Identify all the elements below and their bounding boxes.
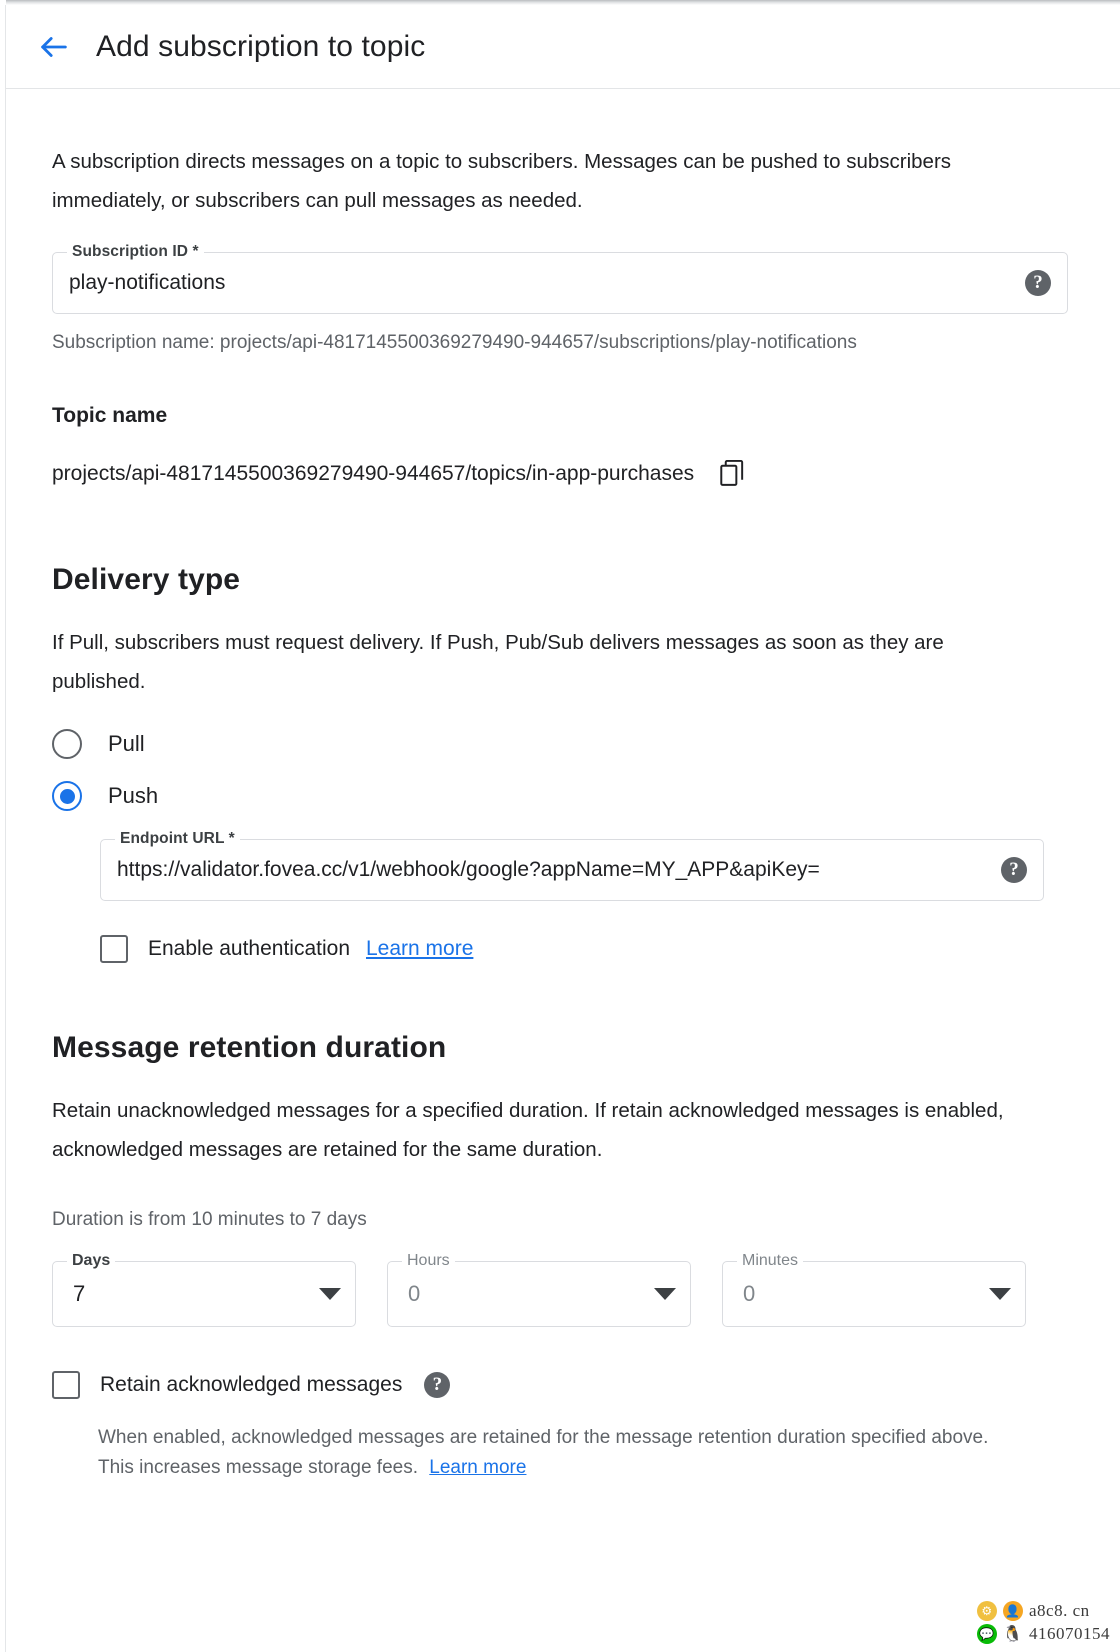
topic-name-value: projects/api-4817145500369279490-944657/… — [52, 461, 695, 485]
watermark-row-site: ⚙ 👤 a8c8. cn — [977, 1601, 1110, 1621]
back-button[interactable] — [30, 23, 78, 71]
hours-select-value: 0 — [408, 1281, 421, 1306]
radio-option-push[interactable]: Push — [52, 781, 1068, 811]
retention-heading: Message retention duration — [52, 1031, 447, 1064]
radio-circle-pull[interactable] — [52, 729, 82, 759]
endpoint-url-field[interactable]: Endpoint URL * https://validator.fovea.c… — [100, 829, 1044, 901]
coin-icon: ⚙ — [977, 1601, 997, 1621]
watermark-site: a8c8. cn — [1029, 1601, 1090, 1620]
subscription-id-input[interactable]: play-notifications — [69, 271, 1015, 295]
copy-icon[interactable] — [720, 460, 745, 487]
radio-circle-push[interactable] — [52, 781, 82, 811]
days-select-label: Days — [67, 1251, 116, 1271]
enable-authentication-label: Enable authentication — [148, 937, 350, 960]
retain-acknowledged-note-text: When enabled, acknowledged messages are … — [98, 1427, 989, 1478]
retention-description: Retain unacknowledged messages for a spe… — [52, 1099, 1004, 1161]
qq-penguin-icon: 🐧 — [1002, 1624, 1024, 1644]
radio-label-push: Push — [108, 783, 159, 808]
delivery-type-heading: Delivery type — [52, 563, 241, 596]
hours-select-label: Hours — [402, 1251, 455, 1271]
enable-authentication-learn-more-link[interactable]: Learn more — [366, 937, 473, 961]
retain-acknowledged-row[interactable]: Retain acknowledged messages ? — [52, 1371, 1068, 1399]
duration-selects: Days 7 Hours 0 Minutes 0 — [52, 1251, 1068, 1327]
chevron-down-icon[interactable] — [654, 1288, 676, 1300]
days-select[interactable]: Days 7 — [52, 1251, 356, 1327]
arrow-left-icon — [37, 30, 71, 64]
chevron-down-icon[interactable] — [989, 1288, 1011, 1300]
subscription-name-hint: Subscription name: projects/api-48171455… — [52, 332, 857, 353]
intro-text: A subscription directs messages on a top… — [52, 150, 952, 212]
page-title: Add subscription to topic — [96, 29, 426, 63]
help-icon[interactable]: ? — [1025, 270, 1051, 296]
help-icon[interactable]: ? — [1001, 857, 1027, 883]
subscription-id-label: Subscription ID * — [67, 242, 204, 262]
watermark-row-qq: 💬 🐧 416070154 — [977, 1624, 1110, 1644]
days-select-value: 7 — [73, 1281, 86, 1306]
chevron-down-icon[interactable] — [319, 1288, 341, 1300]
retention-range-note: Duration is from 10 minutes to 7 days — [52, 1209, 367, 1230]
retain-acknowledged-note: When enabled, acknowledged messages are … — [98, 1423, 1003, 1483]
delivery-type-description: If Pull, subscribers must request delive… — [52, 631, 944, 693]
watermark-qq: 416070154 — [1029, 1624, 1110, 1643]
page-header: Add subscription to topic — [6, 5, 1120, 89]
endpoint-url-input[interactable]: https://validator.fovea.cc/v1/webhook/go… — [117, 858, 991, 882]
avatar-icon: 👤 — [1003, 1601, 1023, 1621]
hours-select[interactable]: Hours 0 — [387, 1251, 691, 1327]
retain-acknowledged-checkbox[interactable] — [52, 1371, 80, 1399]
minutes-select[interactable]: Minutes 0 — [722, 1251, 1026, 1327]
enable-authentication-checkbox[interactable] — [100, 935, 128, 963]
minutes-select-label: Minutes — [737, 1251, 804, 1271]
radio-label-pull: Pull — [108, 731, 145, 756]
subscription-id-field[interactable]: Subscription ID * play-notifications ? — [52, 242, 1068, 314]
enable-authentication-row[interactable]: Enable authentication Learn more — [100, 935, 1044, 963]
wechat-icon: 💬 — [977, 1624, 997, 1644]
help-icon[interactable]: ? — [424, 1372, 451, 1398]
endpoint-url-label: Endpoint URL * — [115, 829, 240, 849]
retain-acknowledged-label: Retain acknowledged messages — [100, 1373, 403, 1396]
page-content: A subscription directs messages on a top… — [0, 90, 1120, 1483]
topic-name-row: projects/api-4817145500369279490-944657/… — [52, 460, 1068, 487]
radio-option-pull[interactable]: Pull — [52, 729, 1068, 759]
minutes-select-value: 0 — [743, 1281, 756, 1306]
retain-acknowledged-learn-more-link[interactable]: Learn more — [429, 1457, 526, 1478]
topic-name-heading: Topic name — [52, 404, 168, 427]
watermark: ⚙ 👤 a8c8. cn 💬 🐧 416070154 — [977, 1601, 1110, 1644]
